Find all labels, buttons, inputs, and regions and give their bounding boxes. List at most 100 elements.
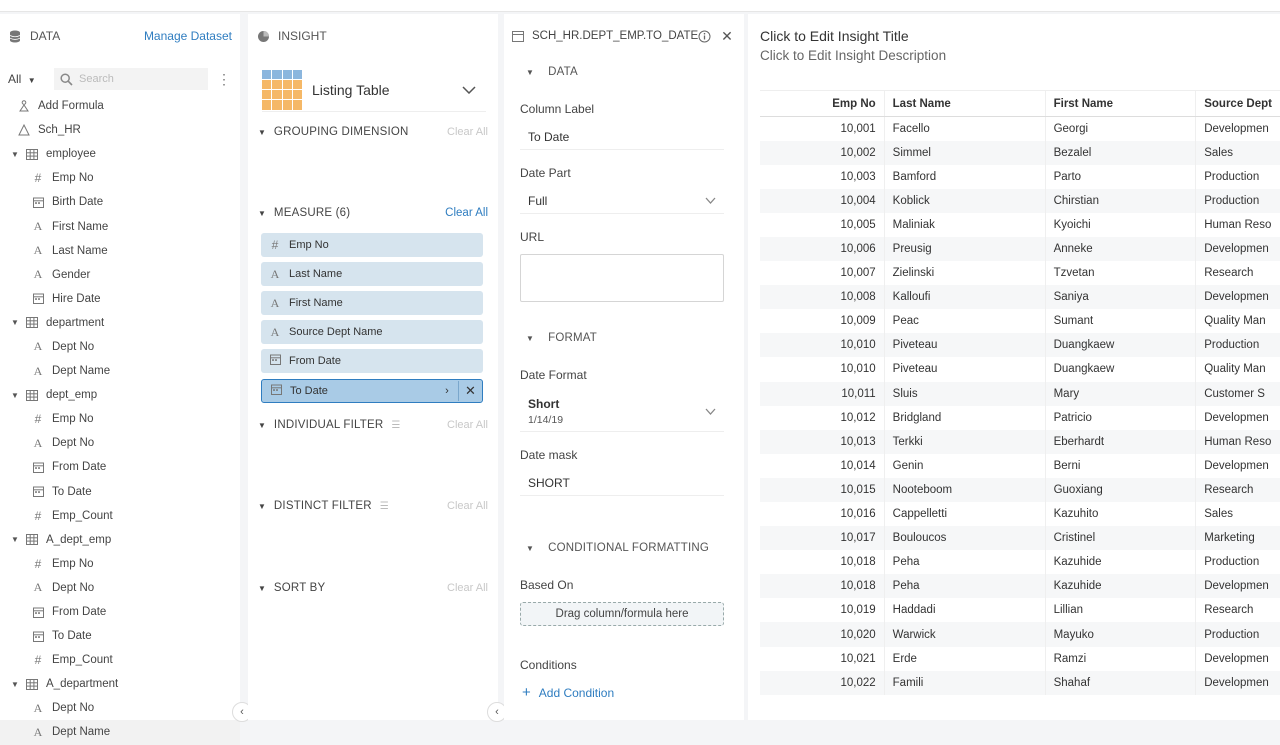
table-cell: Tzvetan [1045,261,1196,285]
tree-item[interactable]: ▼A_department [0,672,240,696]
tree-item[interactable]: From Date [0,455,240,479]
tree-item[interactable]: To Date [0,480,240,504]
measure-section[interactable]: ▼ MEASURE (6) Clear All [258,203,488,223]
format-section-header[interactable]: ▼ FORMAT [526,332,734,344]
table-cell: Mayuko [1045,622,1196,646]
chart-type-selector[interactable]: Listing Table [262,68,486,112]
caret-down-icon[interactable]: ▼ [10,680,20,689]
add-condition-button[interactable]: + Add Condition [522,684,614,701]
distinct-filter-clear-all[interactable]: Clear All [447,500,488,512]
type-filter-select[interactable]: All ▼ [8,72,48,86]
sort-by-section[interactable]: ▼ SORT BY Clear All [258,578,488,598]
date-format-value: Short [528,397,563,411]
tree-item[interactable]: ADept No [0,431,240,455]
distinct-filter-section[interactable]: ▼ DISTINCT FILTER ☰ Clear All [258,496,488,516]
tree-item[interactable]: ADept Name [0,359,240,383]
table-row: 10,002SimmelBezalelSales [760,141,1280,165]
measure-chip[interactable]: ALast Name [261,262,483,286]
caret-down-icon[interactable]: ▼ [10,150,20,159]
caret-down-icon[interactable]: ▼ [10,535,20,544]
table-row: 10,020WarwickMayukoProduction [760,622,1280,646]
data-section-header[interactable]: ▼ DATA [526,66,734,78]
tree-item[interactable]: ADept Name [0,720,240,744]
conditional-formatting-section-header[interactable]: ▼ CONDITIONAL FORMATTING [526,542,734,554]
tree-item[interactable]: ADept No [0,576,240,600]
tree-item[interactable]: #Emp_Count [0,648,240,672]
tree-item[interactable]: ▼department [0,311,240,335]
individual-filter-clear-all[interactable]: Clear All [447,419,488,431]
manage-dataset-link[interactable]: Manage Dataset [144,29,232,43]
chevron-right-icon[interactable]: › [436,385,458,397]
table-header-row: Emp No Last Name First Name Source Dept [760,91,1280,117]
close-icon[interactable]: ✕ [721,28,733,45]
sort-by-title: SORT BY [274,582,447,594]
grouping-dimension-section[interactable]: ▼ GROUPING DIMENSION Clear All [258,122,488,142]
insight-panel-title: INSIGHT [278,29,327,43]
caret-down-icon[interactable]: ▼ [10,391,20,400]
column-header[interactable]: Source Dept [1196,91,1280,117]
add-formula-item[interactable]: Add Formula [0,94,240,118]
tree-item[interactable]: Sch_HR [0,118,240,142]
tree-item-label: Emp_Count [52,510,113,522]
tree-item[interactable]: #Emp No [0,552,240,576]
add-condition-label: Add Condition [539,686,614,700]
measure-chip[interactable]: From Date [261,349,483,373]
column-header[interactable]: Emp No [760,91,884,117]
tree-item[interactable]: ▼dept_emp [0,383,240,407]
measure-chip-label: Emp No [289,239,329,251]
individual-filter-section[interactable]: ▼ INDIVIDUAL FILTER ☰ Clear All [258,415,488,435]
tree-item-label: From Date [52,606,106,618]
tree-item[interactable]: ADept No [0,696,240,720]
tree-item[interactable]: ALast Name [0,239,240,263]
insight-title[interactable]: Click to Edit Insight Title [760,28,909,44]
tree-item[interactable]: ADept No [0,335,240,359]
table-cell: Production [1196,550,1280,574]
more-options-icon[interactable]: ⋮ [216,71,232,88]
date-part-select[interactable]: Full [520,188,724,214]
table-row: 10,018PehaKazuhideProduction [760,550,1280,574]
grouping-clear-all[interactable]: Clear All [447,126,488,138]
url-textarea[interactable] [520,254,724,302]
column-header[interactable]: First Name [1045,91,1196,117]
date-format-select[interactable]: Short 1/14/19 [520,392,724,432]
date-mask-input[interactable]: SHORT [520,470,724,496]
tree-item-label: A_dept_emp [46,534,111,546]
based-on-dropzone[interactable]: Drag column/formula here [520,602,724,626]
info-icon[interactable] [698,30,711,43]
tree-item[interactable]: AGender [0,263,240,287]
tree-item[interactable]: To Date [0,624,240,648]
tree-item[interactable]: AFirst Name [0,214,240,238]
search-input[interactable]: Search [54,68,208,90]
table-cell: Kazuhide [1045,574,1196,598]
tree-item[interactable]: ▼employee [0,142,240,166]
remove-measure-icon[interactable]: ✕ [458,381,482,401]
tree-item[interactable]: #Emp No [0,166,240,190]
measure-clear-all[interactable]: Clear All [445,207,488,219]
measure-chip[interactable]: AFirst Name [261,291,483,315]
tree-item[interactable]: #Emp_Count [0,504,240,528]
table-cell: Research [1196,478,1280,502]
table-row: 10,015NooteboomGuoxiangResearch [760,478,1280,502]
properties-header: SCH_HR.DEPT_EMP.TO_DATE ✕ [504,14,744,58]
table-cell: Berni [1045,454,1196,478]
table-cell: Human Reso [1196,430,1280,454]
dropzone-text: Drag column/formula here [556,608,689,620]
measure-chip[interactable]: To Date›✕ [261,379,483,403]
measure-chip-label: Source Dept Name [289,326,383,338]
column-header[interactable]: Last Name [884,91,1045,117]
caret-down-icon[interactable]: ▼ [10,318,20,327]
sort-by-clear-all[interactable]: Clear All [447,582,488,594]
column-label-input[interactable]: To Date [520,124,724,150]
measure-chip[interactable]: #Emp No [261,233,483,257]
tree-item[interactable]: Birth Date [0,190,240,214]
tree-item[interactable]: #Emp No [0,407,240,431]
tree-item[interactable]: From Date [0,600,240,624]
table-cell: Maliniak [884,213,1045,237]
tree-item-label: Emp No [52,172,94,184]
tree-item[interactable]: Hire Date [0,287,240,311]
table-cell: Haddadi [884,598,1045,622]
grouping-dimension-title: GROUPING DIMENSION [274,126,447,138]
tree-item[interactable]: ▼ A_dept_emp [0,528,240,552]
measure-chip[interactable]: ASource Dept Name [261,320,483,344]
insight-description[interactable]: Click to Edit Insight Description [760,48,946,63]
